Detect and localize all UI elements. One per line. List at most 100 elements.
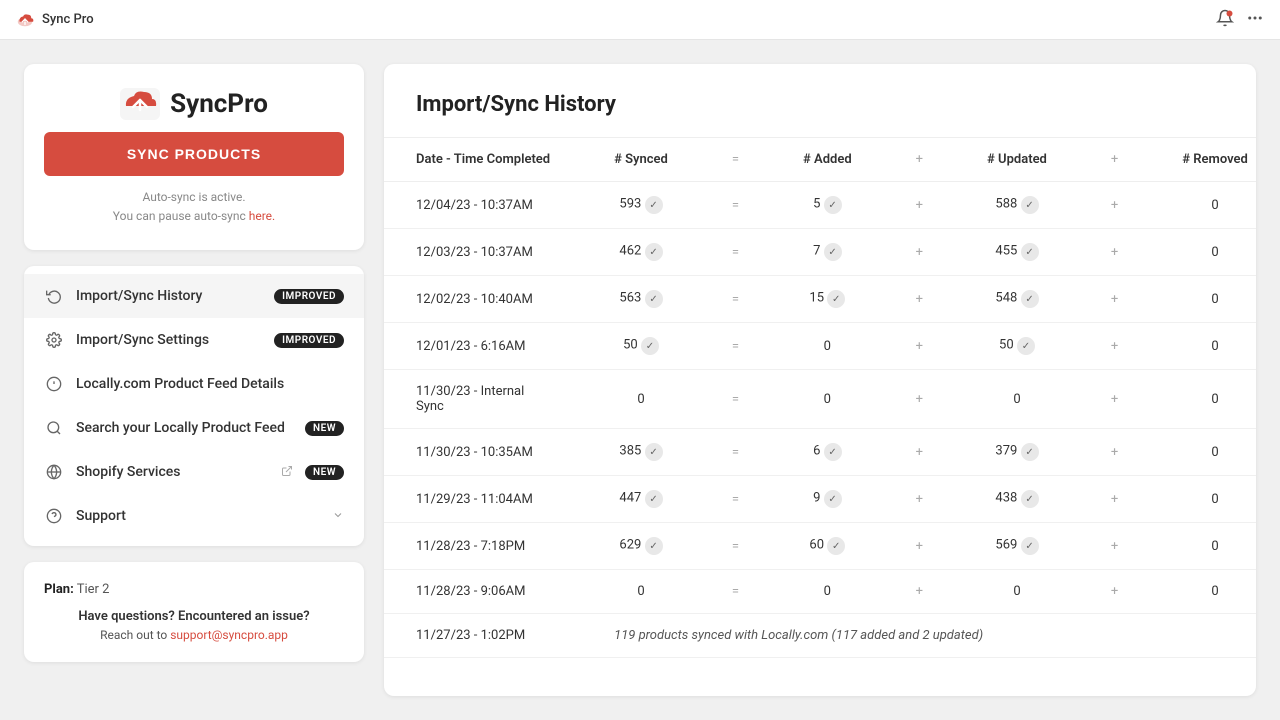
row-date: 12/03/23 - 10:37AM — [384, 229, 582, 276]
op-equals: = — [700, 229, 771, 276]
sidebar-item-shopify-services[interactable]: Shopify Services NEW — [24, 450, 364, 494]
row-updated: 569 ✓ — [955, 523, 1079, 570]
table-body: 12/04/23 - 10:37AM593 ✓=5 ✓+588 ✓+012/03… — [384, 182, 1256, 658]
row-added: 6 ✓ — [771, 429, 884, 476]
sidebar-item-support[interactable]: Support — [24, 494, 364, 538]
row-synced: 447 ✓ — [582, 476, 700, 523]
row-date: 11/30/23 - 10:35AM — [384, 429, 582, 476]
row-added: 60 ✓ — [771, 523, 884, 570]
nav-item-label: Import/Sync History — [76, 288, 262, 304]
check-icon: ✓ — [1021, 243, 1039, 261]
row-added: 0 — [771, 570, 884, 614]
row-date: 12/01/23 - 6:16AM — [384, 323, 582, 370]
op-plus-1: + — [884, 182, 955, 229]
table-row: 12/04/23 - 10:37AM593 ✓=5 ✓+588 ✓+0 — [384, 182, 1256, 229]
row-removed: 0 — [1150, 429, 1256, 476]
topbar: Sync Pro — [0, 0, 1280, 40]
logo-text: SyncPro — [170, 89, 268, 119]
op-plus-2: + — [1079, 182, 1150, 229]
shopify-services-icon — [44, 462, 64, 482]
row-removed: 0 — [1150, 570, 1256, 614]
row-synced: 593 ✓ — [582, 182, 700, 229]
op-plus-1: + — [884, 323, 955, 370]
row-removed: 0 — [1150, 323, 1256, 370]
sidebar-item-import-sync-settings[interactable]: Import/Sync SettingsIMPROVED — [24, 318, 364, 362]
row-removed: 0 — [1150, 523, 1256, 570]
row-removed: 0 — [1150, 229, 1256, 276]
topbar-app-name: Sync Pro — [42, 12, 94, 27]
row-removed: 0 — [1150, 276, 1256, 323]
history-table-wrapper: Date - Time Completed # Synced = # Added… — [384, 138, 1256, 658]
row-updated: 0 — [955, 570, 1079, 614]
support-text: Reach out to support@syncpro.app — [44, 628, 344, 642]
check-icon: ✓ — [645, 290, 663, 308]
row-removed: 0 — [1150, 370, 1256, 429]
col-removed: # Removed — [1150, 138, 1256, 182]
plan-card: Plan: Tier 2 Have questions? Encountered… — [24, 562, 364, 662]
main-layout: SyncPro SYNC PRODUCTS Auto-sync is activ… — [0, 40, 1280, 720]
content-header: Import/Sync History — [384, 64, 1256, 138]
col-op3: + — [1079, 138, 1150, 182]
row-special-message: 119 products synced with Locally.com (11… — [582, 614, 1256, 658]
table-header: Date - Time Completed # Synced = # Added… — [384, 138, 1256, 182]
op-equals: = — [700, 570, 771, 614]
op-plus-1: + — [884, 276, 955, 323]
questions-text: Have questions? Encountered an issue? — [44, 609, 344, 624]
row-updated: 455 ✓ — [955, 229, 1079, 276]
col-op1: = — [700, 138, 771, 182]
check-icon: ✓ — [1021, 490, 1039, 508]
pause-auto-sync-link[interactable]: here. — [249, 209, 275, 223]
check-icon: ✓ — [645, 537, 663, 555]
row-synced: 629 ✓ — [582, 523, 700, 570]
op-plus-1: + — [884, 429, 955, 476]
nav-badge: NEW — [305, 465, 344, 480]
nav-badge: IMPROVED — [274, 289, 344, 304]
col-op2: + — [884, 138, 955, 182]
op-plus-2: + — [1079, 370, 1150, 429]
notification-icon[interactable] — [1216, 9, 1234, 31]
check-icon: ✓ — [641, 337, 659, 355]
row-added: 9 ✓ — [771, 476, 884, 523]
op-plus-2: + — [1079, 323, 1150, 370]
nav-item-label: Search your Locally Product Feed — [76, 420, 293, 436]
locally-feed-details-icon — [44, 374, 64, 394]
check-icon: ✓ — [824, 490, 842, 508]
row-synced: 385 ✓ — [582, 429, 700, 476]
table-row: 11/27/23 - 1:02PM119 products synced wit… — [384, 614, 1256, 658]
nav-item-label: Shopify Services — [76, 464, 269, 480]
table-row: 11/30/23 - 10:35AM385 ✓=6 ✓+379 ✓+0 — [384, 429, 1256, 476]
sidebar-item-search-locally-feed[interactable]: Search your Locally Product FeedNEW — [24, 406, 364, 450]
op-plus-2: + — [1079, 229, 1150, 276]
check-icon: ✓ — [645, 490, 663, 508]
check-icon: ✓ — [1021, 537, 1039, 555]
logo-wrapper: SyncPro — [120, 88, 268, 120]
op-plus-2: + — [1079, 523, 1150, 570]
check-icon: ✓ — [645, 443, 663, 461]
more-menu-icon[interactable] — [1246, 9, 1264, 31]
sidebar-item-import-sync-history[interactable]: Import/Sync History IMPROVED — [24, 274, 364, 318]
sidebar: SyncPro SYNC PRODUCTS Auto-sync is activ… — [24, 64, 364, 696]
sync-products-button[interactable]: SYNC PRODUCTS — [44, 132, 344, 176]
support-email-link[interactable]: support@syncpro.app — [170, 628, 288, 642]
nav-card: Import/Sync History IMPROVED Import/Sync S… — [24, 266, 364, 546]
topbar-right — [1216, 9, 1264, 31]
table-row: 11/30/23 - Internal Sync0=0+0+0 — [384, 370, 1256, 429]
check-icon: ✓ — [1021, 443, 1039, 461]
import-sync-settings-icon — [44, 330, 64, 350]
row-added: 5 ✓ — [771, 182, 884, 229]
plan-info: Plan: Tier 2 — [44, 582, 344, 597]
op-equals: = — [700, 276, 771, 323]
sidebar-item-locally-feed-details[interactable]: Locally.com Product Feed Details — [24, 362, 364, 406]
row-date: 11/28/23 - 7:18PM — [384, 523, 582, 570]
table-row: 12/01/23 - 6:16AM50 ✓=0+50 ✓+0 — [384, 323, 1256, 370]
row-removed: 0 — [1150, 476, 1256, 523]
table-row: 11/28/23 - 7:18PM629 ✓=60 ✓+569 ✓+0 — [384, 523, 1256, 570]
table-row: 11/28/23 - 9:06AM0=0+0+0 — [384, 570, 1256, 614]
op-plus-1: + — [884, 229, 955, 276]
row-added: 0 — [771, 370, 884, 429]
syncpro-logo-icon — [120, 88, 160, 120]
op-equals: = — [700, 370, 771, 429]
check-icon: ✓ — [824, 243, 842, 261]
op-equals: = — [700, 429, 771, 476]
import-sync-history-icon — [44, 286, 64, 306]
